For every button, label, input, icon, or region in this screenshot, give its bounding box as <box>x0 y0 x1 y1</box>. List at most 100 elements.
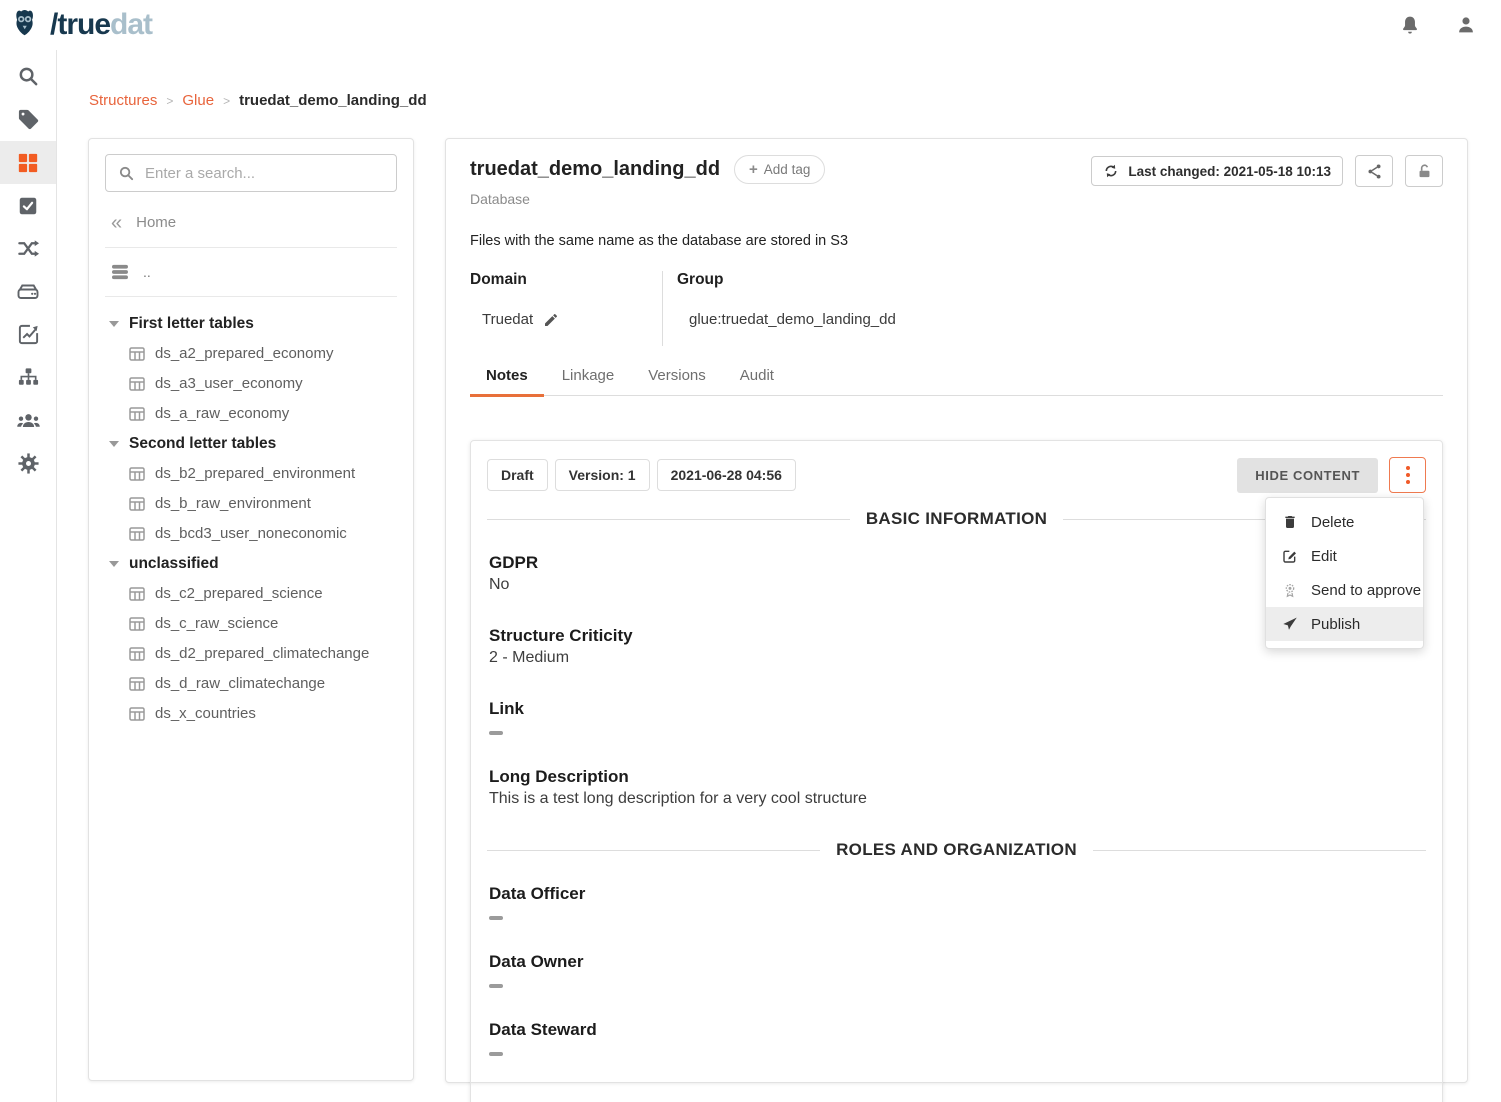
gear-icon <box>17 452 40 475</box>
table-icon <box>129 377 145 391</box>
table-icon <box>129 677 145 691</box>
rail-item-taxonomy[interactable] <box>0 356 56 399</box>
tree-item[interactable]: ds_d_raw_climatechange <box>129 675 397 692</box>
stamp-icon <box>1282 582 1298 598</box>
rail-item-dashboards[interactable] <box>0 313 56 356</box>
field-label: Link <box>489 699 1424 719</box>
search-input[interactable] <box>145 165 384 182</box>
field-value: 2 - Medium <box>489 649 1424 667</box>
tree-item[interactable]: ds_a2_prepared_economy <box>129 345 397 362</box>
tree-item[interactable]: ds_c2_prepared_science <box>129 585 397 602</box>
tree-group-second-letter-tables[interactable]: Second letter tables <box>109 435 397 453</box>
tree-item[interactable]: ds_a_raw_economy <box>129 405 397 422</box>
menu-item-send-to-approve[interactable]: Send to approve <box>1266 573 1423 607</box>
search-icon <box>17 65 40 88</box>
notifications-button[interactable] <box>1399 14 1421 36</box>
tree-item-label: ds_b_raw_environment <box>155 495 311 512</box>
tree-item[interactable]: ds_d2_prepared_climatechange <box>129 645 397 662</box>
rail-item-structures[interactable] <box>0 141 56 184</box>
divider <box>105 247 397 248</box>
check-square-icon <box>17 195 39 217</box>
kebab-dots-icon <box>1406 466 1410 484</box>
user-icon <box>1455 14 1477 36</box>
field-data-officer: Data Officer <box>489 884 1424 920</box>
tab-audit[interactable]: Audit <box>724 358 790 395</box>
last-changed-button[interactable]: Last changed: 2021-05-18 10:13 <box>1091 156 1343 186</box>
tree-item[interactable]: ds_b_raw_environment <box>129 495 397 512</box>
menu-item-edit[interactable]: Edit <box>1266 539 1423 573</box>
tree-item[interactable]: ds_bcd3_user_noneconomic <box>129 525 397 542</box>
tree-group-unclassified[interactable]: unclassified <box>109 555 397 573</box>
section-title: BASIC INFORMATION <box>866 509 1047 529</box>
unlock-icon <box>1416 163 1433 180</box>
rail-item-users[interactable] <box>0 399 56 442</box>
top-bar: /truedat <box>0 0 1501 50</box>
table-icon <box>129 617 145 631</box>
chevrons-left-icon: « <box>111 216 122 230</box>
rail-item-storage[interactable] <box>0 270 56 313</box>
hide-content-button[interactable]: HIDE CONTENT <box>1237 458 1378 493</box>
hard-drive-icon <box>16 280 40 304</box>
table-icon <box>129 707 145 721</box>
rail-item-lineage[interactable] <box>0 227 56 270</box>
pencil-icon[interactable] <box>543 312 559 328</box>
tree-search[interactable] <box>105 154 397 192</box>
breadcrumb-structures[interactable]: Structures <box>89 92 157 109</box>
user-menu-button[interactable] <box>1455 14 1477 36</box>
table-icon <box>129 647 145 661</box>
domain-label: Domain <box>470 271 662 289</box>
rail-item-settings[interactable] <box>0 442 56 485</box>
trash-icon <box>1282 514 1298 530</box>
rail-item-quality[interactable] <box>0 184 56 227</box>
owl-icon <box>10 5 48 45</box>
parent-item-label: .. <box>143 264 151 280</box>
tab-versions[interactable]: Versions <box>632 358 722 395</box>
tree-item[interactable]: ds_c_raw_science <box>129 615 397 632</box>
empty-value-dash <box>489 1052 503 1056</box>
tree-group-first-letter-tables[interactable]: First letter tables <box>109 315 397 333</box>
share-button[interactable] <box>1355 155 1393 187</box>
tree-item-label: ds_a_raw_economy <box>155 405 289 422</box>
domain-value: Truedat <box>482 311 533 328</box>
tab-linkage[interactable]: Linkage <box>546 358 631 395</box>
tree-item-label: ds_c_raw_science <box>155 615 278 632</box>
tree-item[interactable]: ds_b2_prepared_environment <box>129 465 397 482</box>
menu-item-publish[interactable]: Publish <box>1266 607 1423 641</box>
menu-item-label: Edit <box>1311 548 1337 565</box>
empty-value-dash <box>489 916 503 920</box>
lock-button[interactable] <box>1405 155 1443 187</box>
tree-item[interactable]: ds_x_countries <box>129 705 397 722</box>
table-icon <box>129 467 145 481</box>
bell-icon <box>1399 14 1421 36</box>
edit-icon <box>1282 548 1298 564</box>
rail-item-tags[interactable] <box>0 98 56 141</box>
rail-item-search[interactable] <box>0 55 56 98</box>
breadcrumb-separator: > <box>223 94 230 108</box>
menu-item-delete[interactable]: Delete <box>1266 505 1423 539</box>
caret-down-icon <box>109 561 119 567</box>
home-link[interactable]: « Home <box>111 214 395 231</box>
menu-item-label: Publish <box>1311 616 1360 633</box>
structure-tree-panel: « Home .. First letter tables ds_a2_prep… <box>88 138 414 1081</box>
field-label: Data Owner <box>489 952 1424 972</box>
tree-item-label: ds_c2_prepared_science <box>155 585 323 602</box>
breadcrumb-glue[interactable]: Glue <box>182 92 214 109</box>
tab-notes[interactable]: Notes <box>470 358 544 395</box>
tree-group-label: First letter tables <box>129 315 254 333</box>
menu-item-label: Send to approve <box>1311 582 1421 599</box>
truedat-logo[interactable]: /truedat <box>10 5 152 45</box>
field-data-steward: Data Steward <box>489 1020 1424 1056</box>
tree-item-label: ds_d_raw_climatechange <box>155 675 325 692</box>
breadcrumb-current: truedat_demo_landing_dd <box>239 92 427 109</box>
parent-database-item[interactable]: .. <box>111 264 397 280</box>
logo-wordmark: /truedat <box>50 10 152 40</box>
tree-group-label: Second letter tables <box>129 435 276 453</box>
structure-tree: First letter tables ds_a2_prepared_econo… <box>105 315 397 722</box>
field-value: This is a test long description for a ve… <box>489 790 1424 808</box>
tree-item-label: ds_a2_prepared_economy <box>155 345 333 362</box>
tree-item[interactable]: ds_a3_user_economy <box>129 375 397 392</box>
add-tag-button[interactable]: + Add tag <box>734 155 825 184</box>
sitemap-icon <box>17 366 40 389</box>
field-data-owner: Data Owner <box>489 952 1424 988</box>
note-actions-menu-button[interactable] <box>1389 457 1426 493</box>
